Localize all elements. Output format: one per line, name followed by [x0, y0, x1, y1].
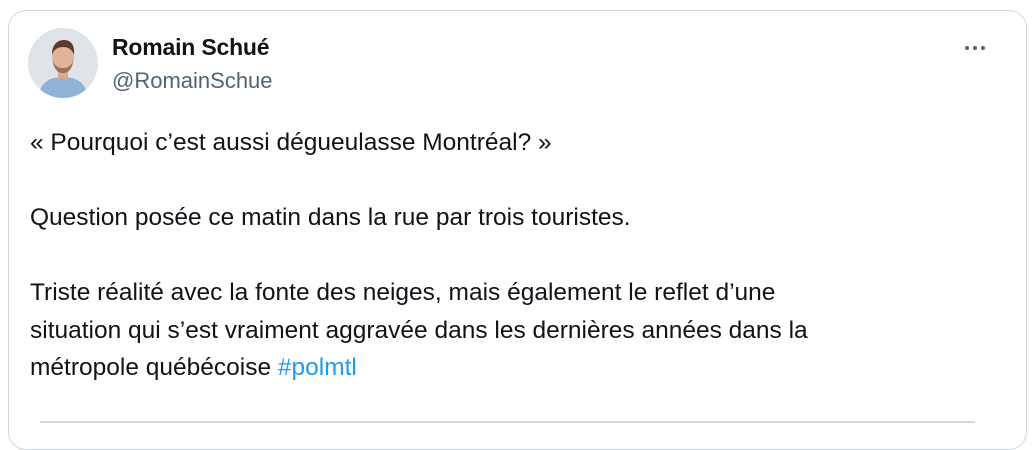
tweet-text: « Pourquoi c’est aussi dégueulasse Montr…: [30, 124, 990, 387]
avatar[interactable]: [28, 28, 98, 98]
tweet-line: situation qui s’est vraiment aggravée da…: [30, 316, 808, 344]
author-name[interactable]: Romain Schué: [112, 34, 270, 61]
more-horizontal-icon: [963, 46, 987, 50]
tweet-line: Question posée ce matin dans la rue par …: [30, 204, 631, 231]
tweet-line-text: métropole québécoise: [30, 354, 272, 381]
hashtag-link[interactable]: #polmtl: [278, 354, 357, 381]
tweet-line: métropole québécoise #polmtl: [30, 349, 990, 387]
author-handle[interactable]: @RomainSchue: [112, 68, 273, 94]
media-divider: [40, 421, 975, 423]
more-options-button[interactable]: [958, 34, 992, 62]
person-avatar-icon: [28, 28, 98, 98]
tweet-line: Triste réalité avec la fonte des neiges,…: [30, 279, 776, 306]
tweet-line: « Pourquoi c’est aussi dégueulasse Montr…: [30, 129, 552, 156]
